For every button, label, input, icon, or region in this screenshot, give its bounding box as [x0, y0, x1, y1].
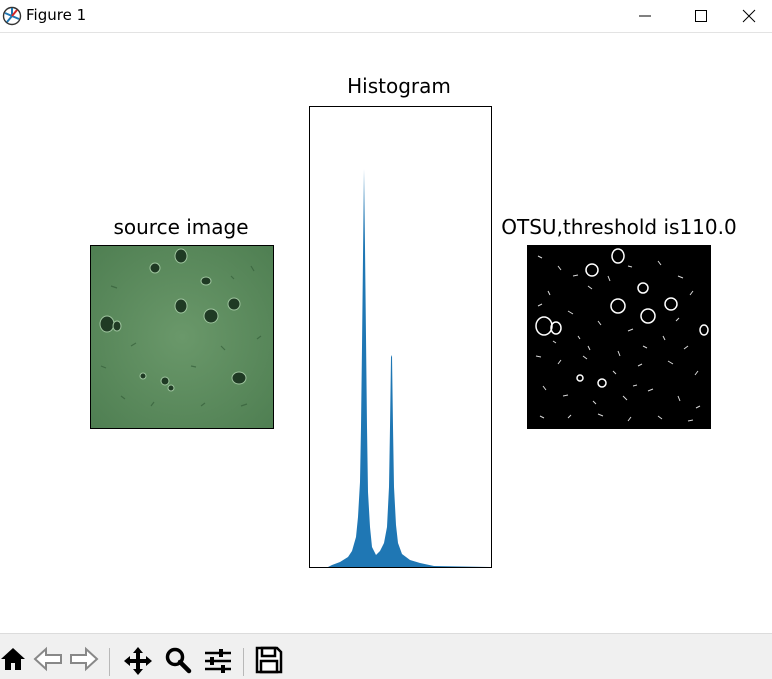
toolbar-separator — [109, 648, 110, 676]
close-icon — [742, 9, 756, 23]
close-button[interactable] — [726, 0, 772, 32]
back-button[interactable] — [33, 646, 63, 676]
forward-button[interactable] — [69, 646, 99, 676]
toolbar-separator — [243, 648, 244, 676]
minimize-icon — [639, 15, 651, 17]
source-image-title: source image — [113, 215, 249, 239]
otsu-image — [527, 245, 711, 429]
histogram-bars — [328, 169, 490, 567]
histogram-plot — [309, 106, 492, 568]
maximize-button[interactable] — [678, 0, 724, 32]
source-image — [90, 245, 274, 429]
histogram-chart — [328, 169, 490, 567]
pan-button[interactable] — [123, 646, 153, 676]
home-icon — [1, 648, 25, 670]
minimize-button[interactable] — [622, 0, 668, 32]
save-icon — [255, 646, 283, 674]
home-button[interactable] — [0, 646, 30, 676]
forward-icon — [70, 646, 99, 672]
app-icon — [2, 6, 22, 26]
figure-canvas[interactable]: source image Histogram OTSU,threshold is… — [0, 33, 772, 633]
otsu-image-title: OTSU,threshold is110.0 — [501, 215, 737, 239]
title-bar: Figure 1 — [0, 0, 772, 33]
back-icon — [33, 646, 62, 672]
save-button[interactable] — [255, 646, 285, 676]
maximize-icon — [695, 10, 707, 22]
zoom-icon — [165, 647, 192, 674]
zoom-button[interactable] — [164, 646, 194, 676]
navigation-toolbar — [0, 633, 772, 679]
window-title: Figure 1 — [26, 6, 87, 24]
pan-icon — [124, 647, 152, 675]
histogram-title: Histogram — [347, 74, 451, 98]
configure-subplots-button[interactable] — [203, 646, 233, 676]
configure-subplots-icon — [205, 649, 231, 673]
